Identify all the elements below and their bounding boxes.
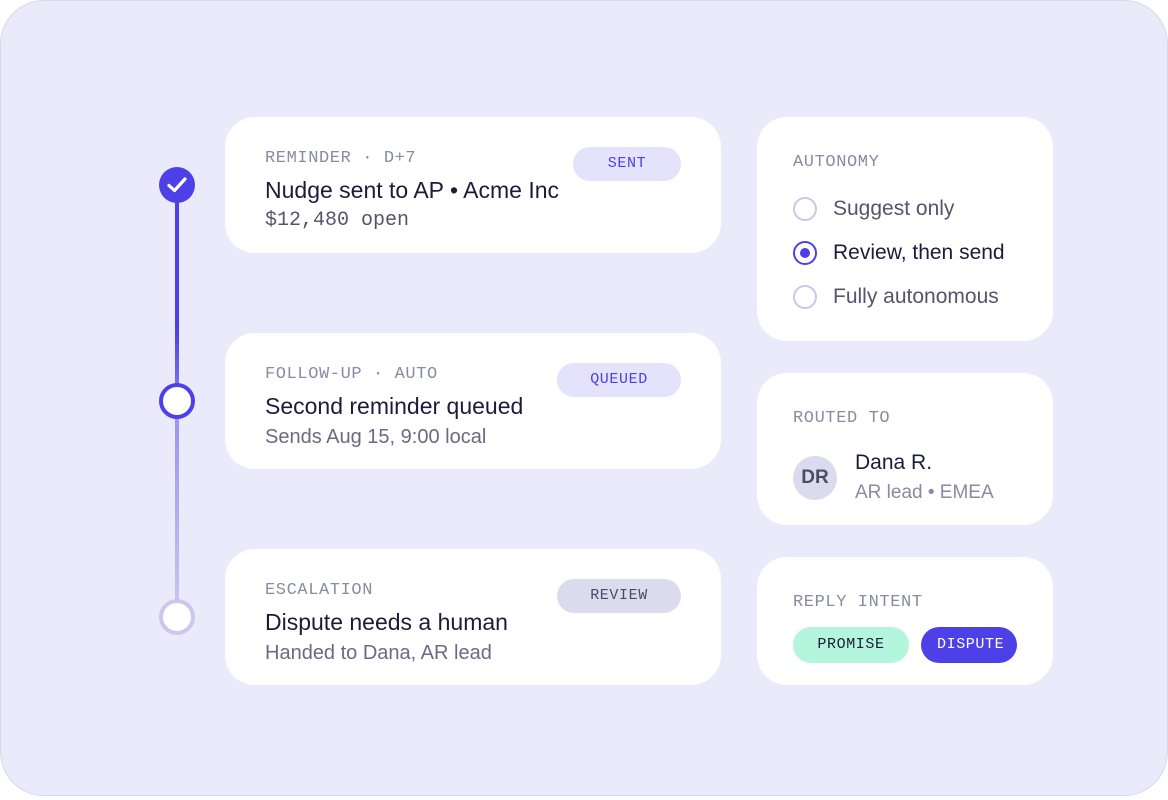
option-label: Suggest only (833, 197, 955, 220)
step-detail: Sends Aug 15, 9:00 local (265, 426, 487, 448)
assignee[interactable]: DR Dana R. AR lead • EMEA (793, 449, 1017, 507)
reply-intent-card: REPLY INTENT PROMISE DISPUTE (757, 557, 1053, 685)
intent-heading: REPLY INTENT (793, 593, 923, 612)
assignee-role: AR lead • EMEA (855, 482, 994, 503)
step-card-reminder[interactable]: REMINDER · D+7 Nudge sent to AP • Acme I… (225, 117, 721, 253)
autonomy-option-review-then-send[interactable]: Review, then send (793, 231, 1017, 275)
option-label: Fully autonomous (833, 285, 999, 308)
timeline-connector (175, 417, 179, 601)
radio-button-selected[interactable] (793, 241, 817, 265)
avatar: DR (793, 456, 837, 500)
timeline-node-active (159, 383, 195, 419)
routed-heading: ROUTED TO (793, 409, 891, 428)
timeline-connector (175, 201, 179, 385)
radio-button[interactable] (793, 197, 817, 221)
autonomy-options: Suggest only Review, then send Fully aut… (793, 187, 1017, 319)
status-badge: QUEUED (557, 363, 681, 397)
app-frame: REMINDER · D+7 Nudge sent to AP • Acme I… (0, 0, 1168, 796)
intent-chip-promise[interactable]: PROMISE (793, 627, 909, 663)
routed-to-card: ROUTED TO DR Dana R. AR lead • EMEA (757, 373, 1053, 525)
step-card-escalation[interactable]: ESCALATION Dispute needs a human Handed … (225, 549, 721, 685)
autonomy-heading: AUTONOMY (793, 153, 880, 172)
status-badge: REVIEW (557, 579, 681, 613)
option-label: Review, then send (833, 241, 1005, 264)
timeline-node-done (159, 167, 195, 203)
intent-chips: PROMISE DISPUTE (793, 627, 1017, 663)
autonomy-option-suggest-only[interactable]: Suggest only (793, 187, 1017, 231)
radio-button[interactable] (793, 285, 817, 309)
step-amount: $12,480 open (265, 209, 410, 232)
timeline-node-pending (159, 599, 195, 635)
step-card-follow-up[interactable]: FOLLOW-UP · AUTO Second reminder queued … (225, 333, 721, 469)
assignee-info: Dana R. AR lead • EMEA (855, 449, 994, 507)
autonomy-card: AUTONOMY Suggest only Review, then send … (757, 117, 1053, 341)
status-badge: SENT (573, 147, 681, 181)
step-detail: Handed to Dana, AR lead (265, 642, 492, 664)
check-icon (167, 177, 187, 193)
assignee-name: Dana R. (855, 451, 933, 474)
intent-chip-dispute[interactable]: DISPUTE (921, 627, 1017, 663)
autonomy-option-fully-autonomous[interactable]: Fully autonomous (793, 275, 1017, 319)
